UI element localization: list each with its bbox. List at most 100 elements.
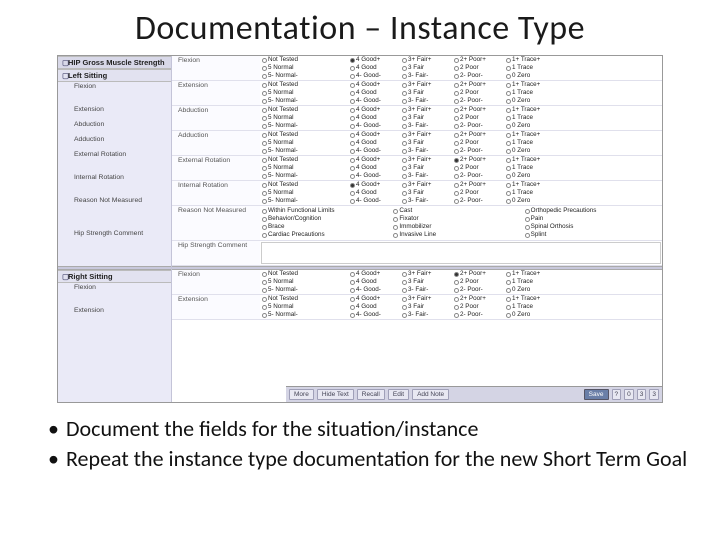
grade-option[interactable]: 2+ Poor+ — [454, 56, 502, 64]
grade-option[interactable]: 5- Normal- — [262, 286, 346, 294]
grade-option[interactable]: 0 Zero — [506, 172, 554, 180]
grade-option[interactable]: Not Tested — [262, 156, 346, 164]
pager-button[interactable]: 3 — [649, 389, 659, 400]
grade-option[interactable]: 5 Normal — [262, 139, 346, 147]
radio-icon[interactable] — [454, 124, 459, 129]
radio-icon[interactable] — [262, 183, 267, 188]
radio-icon[interactable] — [350, 124, 355, 129]
grade-option[interactable]: 3- Fair- — [402, 172, 450, 180]
grade-option[interactable]: 4 Good — [350, 164, 398, 172]
radio-icon[interactable] — [402, 191, 407, 196]
radio-icon[interactable] — [262, 116, 267, 121]
sidebar-item[interactable]: Hip Strength Comment — [58, 229, 171, 238]
grade-option[interactable]: 4 Good — [350, 303, 398, 311]
radio-icon[interactable] — [262, 108, 267, 113]
radio-icon[interactable] — [454, 99, 459, 104]
radio-icon[interactable] — [350, 183, 355, 188]
radio-icon[interactable] — [350, 272, 355, 277]
grade-option[interactable]: 5- Normal- — [262, 97, 346, 105]
grade-option[interactable]: 3 Fair — [402, 114, 450, 122]
radio-icon[interactable] — [350, 91, 355, 96]
radio-icon[interactable] — [262, 141, 267, 146]
radio-icon[interactable] — [454, 166, 459, 171]
radio-icon[interactable] — [262, 149, 267, 154]
grade-option[interactable]: 2+ Poor+ — [454, 106, 502, 114]
reason-option[interactable]: Within Functional Limits — [262, 207, 393, 215]
sidebar-item[interactable]: Flexion — [58, 283, 171, 292]
grade-option[interactable]: 4- Good- — [350, 97, 398, 105]
grade-option[interactable]: 2 Poor — [454, 64, 502, 72]
grade-option[interactable]: 5 Normal — [262, 164, 346, 172]
grade-option[interactable]: 2- Poor- — [454, 147, 502, 155]
grade-option[interactable]: Not Tested — [262, 270, 346, 278]
radio-icon[interactable] — [454, 313, 459, 318]
grade-option[interactable]: 3- Fair- — [402, 286, 450, 294]
radio-icon[interactable] — [350, 280, 355, 285]
grade-option[interactable]: 2 Poor — [454, 278, 502, 286]
radio-icon[interactable] — [454, 288, 459, 293]
grade-option[interactable]: 5 Normal — [262, 278, 346, 286]
radio-icon[interactable] — [454, 305, 459, 310]
radio-icon[interactable] — [350, 83, 355, 88]
radio-icon[interactable] — [506, 91, 511, 96]
grade-option[interactable]: 4 Good+ — [350, 181, 398, 189]
radio-icon[interactable] — [262, 158, 267, 163]
radio-icon[interactable] — [393, 209, 398, 214]
radio-icon[interactable] — [350, 174, 355, 179]
radio-icon[interactable] — [454, 191, 459, 196]
grade-option[interactable]: 2 Poor — [454, 114, 502, 122]
grade-option[interactable]: 5- Normal- — [262, 197, 346, 205]
grade-option[interactable]: 4 Good+ — [350, 106, 398, 114]
radio-icon[interactable] — [262, 297, 267, 302]
radio-icon[interactable] — [506, 133, 511, 138]
grade-option[interactable]: 5- Normal- — [262, 172, 346, 180]
radio-icon[interactable] — [262, 124, 267, 129]
grade-option[interactable]: 1 Trace — [506, 189, 554, 197]
grade-option[interactable]: 4 Good+ — [350, 156, 398, 164]
grade-option[interactable]: 0 Zero — [506, 197, 554, 205]
grade-option[interactable]: 2 Poor — [454, 303, 502, 311]
radio-icon[interactable] — [262, 280, 267, 285]
radio-icon[interactable] — [393, 217, 398, 222]
radio-icon[interactable] — [402, 199, 407, 204]
radio-icon[interactable] — [350, 108, 355, 113]
radio-icon[interactable] — [454, 66, 459, 71]
grade-option[interactable]: 4 Good — [350, 189, 398, 197]
radio-icon[interactable] — [262, 174, 267, 179]
grade-option[interactable]: 4- Good- — [350, 172, 398, 180]
radio-icon[interactable] — [454, 158, 459, 163]
grade-option[interactable]: 0 Zero — [506, 147, 554, 155]
radio-icon[interactable] — [402, 297, 407, 302]
radio-icon[interactable] — [402, 99, 407, 104]
grade-option[interactable]: 4 Good — [350, 64, 398, 72]
radio-icon[interactable] — [350, 99, 355, 104]
grade-option[interactable]: 2+ Poor+ — [454, 81, 502, 89]
radio-icon[interactable] — [402, 280, 407, 285]
radio-icon[interactable] — [262, 199, 267, 204]
grade-option[interactable]: 5 Normal — [262, 64, 346, 72]
radio-icon[interactable] — [506, 191, 511, 196]
grade-option[interactable]: 1+ Trace+ — [506, 56, 554, 64]
edit-button[interactable]: Edit — [388, 389, 409, 400]
radio-icon[interactable] — [262, 133, 267, 138]
radio-icon[interactable] — [402, 58, 407, 63]
grade-option[interactable]: 2+ Poor+ — [454, 295, 502, 303]
grade-option[interactable]: 1+ Trace+ — [506, 106, 554, 114]
reason-option[interactable]: Fixator — [393, 215, 524, 223]
radio-icon[interactable] — [350, 133, 355, 138]
radio-icon[interactable] — [262, 91, 267, 96]
grade-option[interactable]: 5 Normal — [262, 303, 346, 311]
radio-icon[interactable] — [506, 149, 511, 154]
grade-option[interactable]: 4 Good+ — [350, 295, 398, 303]
radio-icon[interactable] — [402, 66, 407, 71]
radio-icon[interactable] — [506, 141, 511, 146]
grade-option[interactable]: 4 Good — [350, 139, 398, 147]
grade-option[interactable]: 1+ Trace+ — [506, 156, 554, 164]
radio-icon[interactable] — [506, 158, 511, 163]
radio-icon[interactable] — [350, 149, 355, 154]
radio-icon[interactable] — [506, 199, 511, 204]
radio-icon[interactable] — [350, 305, 355, 310]
radio-icon[interactable] — [350, 141, 355, 146]
grade-option[interactable]: 3- Fair- — [402, 72, 450, 80]
radio-icon[interactable] — [393, 225, 398, 230]
